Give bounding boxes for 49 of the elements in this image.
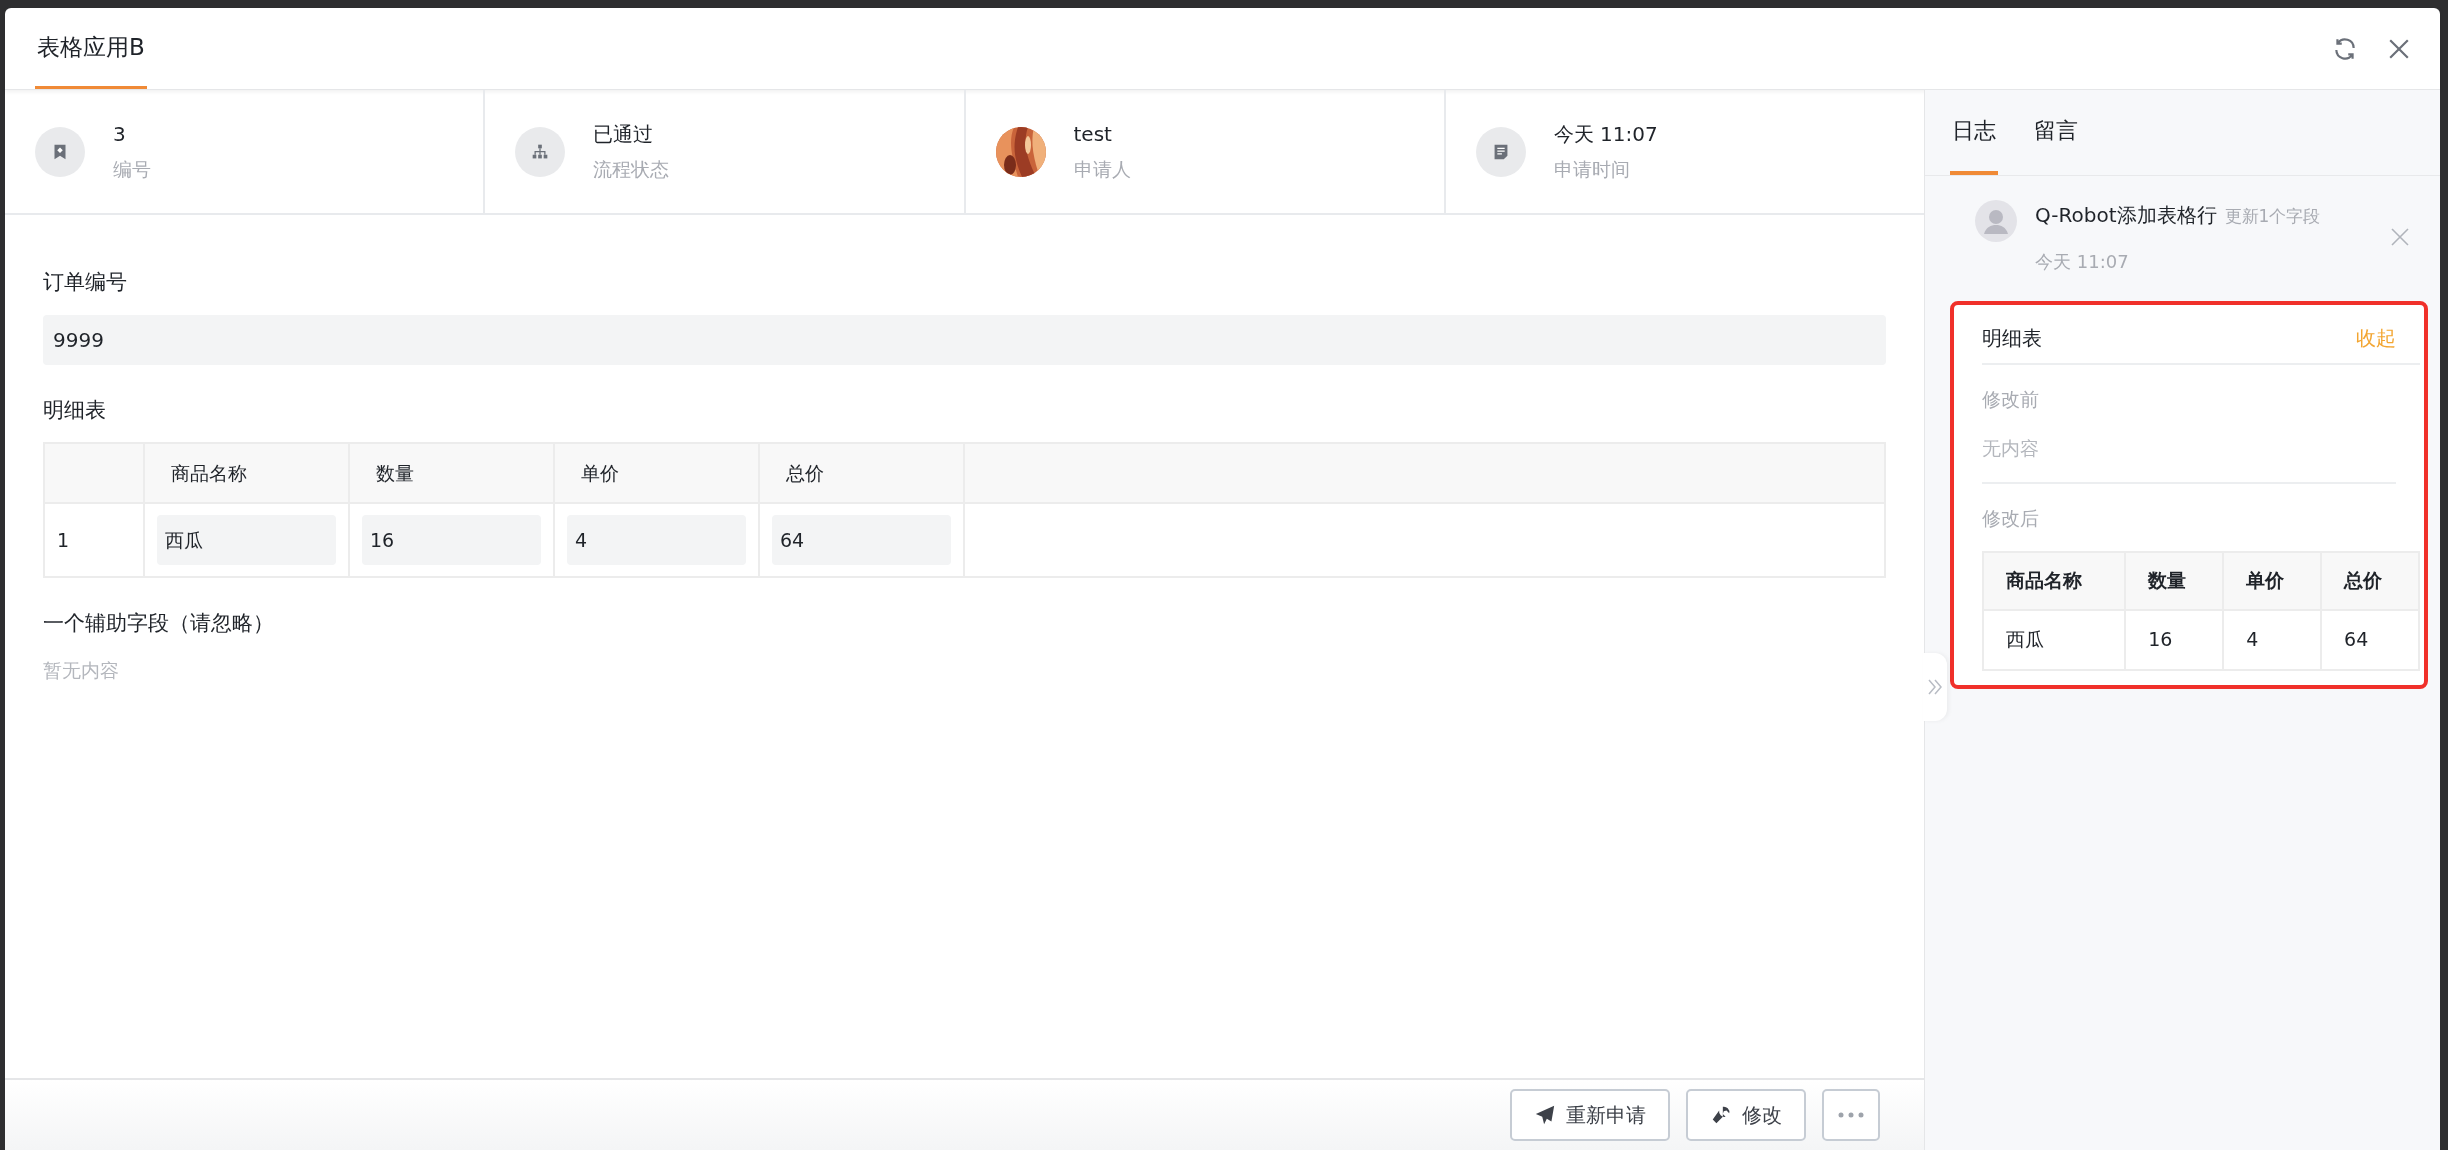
section-label: 修改前 [1982, 387, 2040, 412]
row-number: 1 [44, 503, 144, 577]
info-value: test [1073, 121, 1113, 149]
edit-button[interactable]: 修改 [1686, 1089, 1806, 1141]
double-chevron-icon [1927, 678, 1943, 696]
log-time: 今天 11:07 [2035, 250, 2130, 274]
table-cell: 西瓜 [1983, 609, 2126, 670]
input-field: 9999 [43, 314, 1886, 365]
table-input-field: 西瓜 [157, 515, 336, 565]
table-cell: 64 [2321, 609, 2419, 670]
table-cell: 4 [2223, 609, 2322, 670]
column-header: 单价 [2223, 551, 2322, 610]
table-input-field: 64 [772, 515, 951, 565]
more-button[interactable] [1822, 1089, 1880, 1141]
close-icon[interactable] [2388, 37, 2410, 60]
info-value: 已通过 [593, 121, 655, 149]
log-title: Q-Robot添加表格行 更新1个字段 [2035, 202, 2321, 229]
tab[interactable]: 日志 [1950, 90, 1998, 175]
collapse-handle[interactable] [1923, 653, 1947, 721]
tab[interactable]: 留言 [2032, 90, 2080, 175]
empty-text: 无内容 [1982, 433, 2396, 484]
table-cell: 16 [2125, 609, 2224, 670]
column-header: 总价 [759, 443, 964, 503]
log-summary: 更新1个字段 [2224, 206, 2321, 226]
field-label: 一个辅助字段（请忽略） [43, 610, 275, 637]
info-value: 今天 11:07 [1553, 121, 1658, 149]
detail-field-name: 明细表 [1982, 325, 2042, 352]
table-input-field: 4 [567, 515, 746, 565]
column-header: 商品名称 [144, 443, 349, 503]
column-header: 商品名称 [1983, 551, 2126, 610]
window-title-tab[interactable]: 表格应用B [35, 8, 147, 89]
info-label: 流程状态 [593, 157, 670, 183]
info-value: 3 [113, 121, 127, 149]
table-input-field: 16 [362, 515, 541, 565]
column-header: 单价 [554, 443, 759, 503]
info-label: 申请人 [1073, 157, 1131, 183]
paper-plane-icon [1534, 1104, 1556, 1126]
column-header: 总价 [2321, 551, 2419, 610]
resubmit-button[interactable]: 重新申请 [1510, 1089, 1670, 1141]
column-header: 数量 [349, 443, 554, 503]
more-icon [1838, 1112, 1864, 1118]
section-label: 修改后 [1982, 506, 2040, 531]
field-label: 订单编号 [43, 269, 128, 296]
empty-text: 暂无内容 [43, 657, 120, 683]
info-label: 编号 [113, 157, 151, 183]
column-header: 数量 [2125, 551, 2224, 610]
info-label: 申请时间 [1553, 157, 1631, 183]
field-label: 明细表 [43, 396, 107, 424]
refresh-icon[interactable] [2332, 35, 2358, 62]
